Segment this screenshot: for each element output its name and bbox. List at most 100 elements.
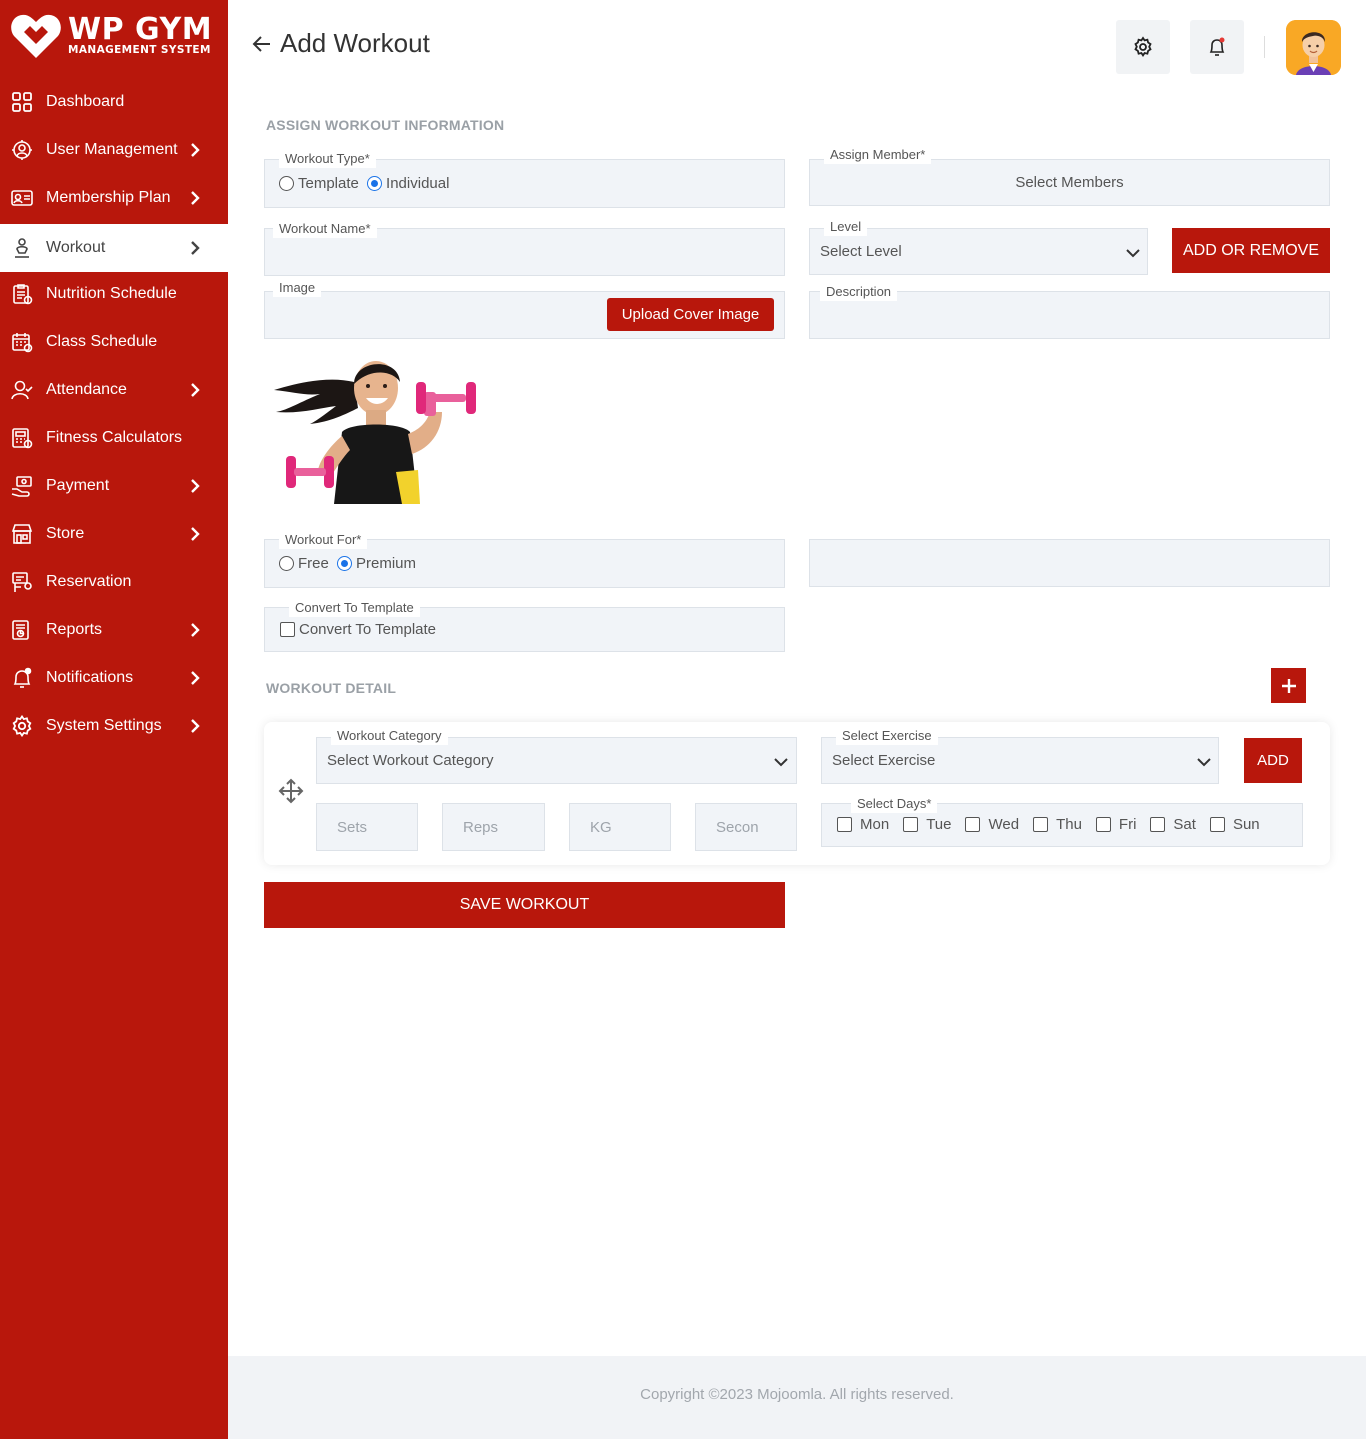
chevron-right-icon [191, 383, 200, 397]
radio-label: Free [298, 555, 329, 572]
header-divider [1264, 36, 1265, 58]
checkbox-label: Mon [860, 816, 890, 833]
radio-button[interactable] [279, 176, 294, 191]
back-arrow-icon[interactable] [252, 35, 272, 53]
workout-name-input[interactable]: Workout Name* [264, 220, 785, 276]
radio-premium[interactable]: Premium [337, 555, 416, 572]
checkbox[interactable] [837, 817, 852, 832]
image-legend: Image [273, 279, 322, 297]
select-days-field: Select Days* Mon Tue Wed Thu Fri Sat Sun [821, 795, 1303, 847]
reps-input[interactable]: Reps [442, 803, 545, 851]
day-wed-checkbox[interactable]: Wed [965, 816, 1019, 833]
checkbox[interactable] [1033, 817, 1049, 832]
sidebar-item-label: Nutrition Schedule [46, 285, 177, 302]
sidebar-item-payment[interactable]: Payment [0, 462, 228, 510]
exercise-select[interactable]: Select Exercise Select Exercise [821, 727, 1219, 784]
chevron-down-icon [1126, 249, 1140, 258]
checkbox-label: Thu [1056, 816, 1082, 833]
assign-member-legend: Assign Member* [824, 146, 932, 164]
sidebar-item-store[interactable]: Store [0, 510, 228, 558]
day-fri-checkbox[interactable]: Fri [1095, 816, 1136, 833]
attendance-user-icon [11, 380, 33, 400]
kg-input[interactable]: KG [569, 803, 671, 851]
checkbox[interactable] [903, 817, 919, 832]
notifications-button[interactable] [1190, 20, 1244, 74]
checkbox[interactable] [280, 622, 295, 637]
day-thu-checkbox[interactable]: Thu [1033, 816, 1082, 833]
nutrition-clipboard-icon [13, 284, 33, 305]
sidebar-item-membership-plan[interactable]: Membership Plan [0, 174, 228, 222]
checkbox[interactable] [965, 817, 981, 832]
drag-move-icon[interactable] [278, 778, 304, 804]
workout-name-legend: Workout Name* [273, 220, 377, 238]
chevron-right-icon [191, 671, 200, 685]
add-exercise-button[interactable]: ADD [1244, 738, 1302, 783]
calculator-icon [12, 428, 33, 449]
seconds-input[interactable]: Secon [695, 803, 797, 851]
radio-button-selected[interactable] [337, 556, 353, 571]
workout-type-field: Workout Type* Template Individual [264, 150, 785, 208]
sidebar-item-fitness-calculators[interactable]: Fitness Calculators [0, 414, 228, 462]
radio-button-selected[interactable] [367, 176, 383, 191]
brand-logo[interactable]: WP GYM MANAGEMENT SYSTEM [10, 12, 220, 62]
add-or-remove-button[interactable]: ADD OR REMOVE [1172, 228, 1330, 273]
radio-label: Premium [356, 555, 417, 572]
radio-template[interactable]: Template [279, 175, 359, 192]
convert-template-checkbox[interactable]: Convert To Template [280, 621, 436, 638]
workout-category-value: Select Workout Category [327, 752, 494, 769]
add-row-button[interactable] [1271, 668, 1306, 703]
sidebar-item-reservation[interactable]: Reservation [0, 558, 228, 606]
chevron-right-icon [191, 623, 200, 637]
assign-member-field[interactable]: Assign Member* Select Members [809, 146, 1330, 206]
workout-icon [15, 238, 29, 258]
sidebar-item-reports[interactable]: Reports [0, 606, 228, 654]
sidebar-item-workout[interactable]: Workout [0, 224, 228, 272]
radio-button[interactable] [279, 556, 294, 571]
checkbox-label: Sat [1173, 816, 1196, 833]
day-sat-checkbox[interactable]: Sat [1150, 816, 1196, 833]
sidebar-item-dashboard[interactable]: Dashboard [0, 78, 228, 126]
description-input[interactable]: Description [809, 283, 1330, 339]
checkbox-label: Convert To Template [299, 621, 437, 638]
sidebar-item-notifications[interactable]: Notifications [0, 654, 228, 702]
avatar[interactable] [1286, 20, 1341, 75]
bell-icon [1209, 37, 1225, 56]
level-select[interactable]: Level Select Level [809, 218, 1148, 275]
chevron-right-icon [191, 479, 200, 493]
checkbox[interactable] [1095, 817, 1111, 832]
sets-input[interactable]: Sets [316, 803, 418, 851]
sidebar-item-label: Notifications [46, 669, 134, 686]
chevron-right-icon [191, 191, 200, 205]
workout-category-select[interactable]: Workout Category Select Workout Category [316, 727, 797, 784]
footer: Copyright ©2023 Mojoomla. All rights res… [228, 1356, 1366, 1439]
brand-heart-icon [11, 14, 61, 59]
sidebar-item-nutrition-schedule[interactable]: Nutrition Schedule [0, 270, 228, 318]
day-mon-checkbox[interactable]: Mon [837, 816, 889, 833]
seconds-placeholder: Secon [716, 819, 759, 836]
sidebar-item-system-settings[interactable]: System Settings [0, 702, 228, 750]
sidebar-item-attendance[interactable]: Attendance [0, 366, 228, 414]
workout-type-legend: Workout Type* [279, 150, 376, 168]
reservation-icon [12, 572, 32, 592]
save-workout-button[interactable]: SAVE WORKOUT [264, 882, 785, 928]
description-legend: Description [820, 283, 898, 301]
day-sun-checkbox[interactable]: Sun [1209, 816, 1260, 833]
checkbox[interactable] [1209, 817, 1225, 832]
brand-subtitle: MANAGEMENT SYSTEM [68, 44, 211, 56]
sidebar-item-user-management[interactable]: User Management [0, 126, 228, 174]
chevron-down-icon [774, 758, 788, 767]
upload-cover-image-button[interactable]: Upload Cover Image [607, 298, 774, 331]
sidebar-item-class-schedule[interactable]: Class Schedule [0, 318, 228, 366]
level-value: Select Level [820, 243, 902, 260]
select-days-legend: Select Days* [851, 795, 938, 813]
radio-free[interactable]: Free [279, 555, 329, 572]
settings-button[interactable] [1116, 20, 1170, 74]
day-tue-checkbox[interactable]: Tue [903, 816, 951, 833]
checkbox-label: Wed [988, 816, 1020, 833]
workout-detail-card: Workout Category Select Workout Category… [264, 722, 1330, 865]
checkbox[interactable] [1150, 817, 1166, 832]
radio-individual[interactable]: Individual [367, 175, 449, 192]
footer-copyright: Copyright ©2023 Mojoomla. All rights res… [640, 1386, 954, 1403]
brand-title: WP GYM [68, 12, 213, 47]
sidebar-item-label: Membership Plan [46, 189, 171, 206]
